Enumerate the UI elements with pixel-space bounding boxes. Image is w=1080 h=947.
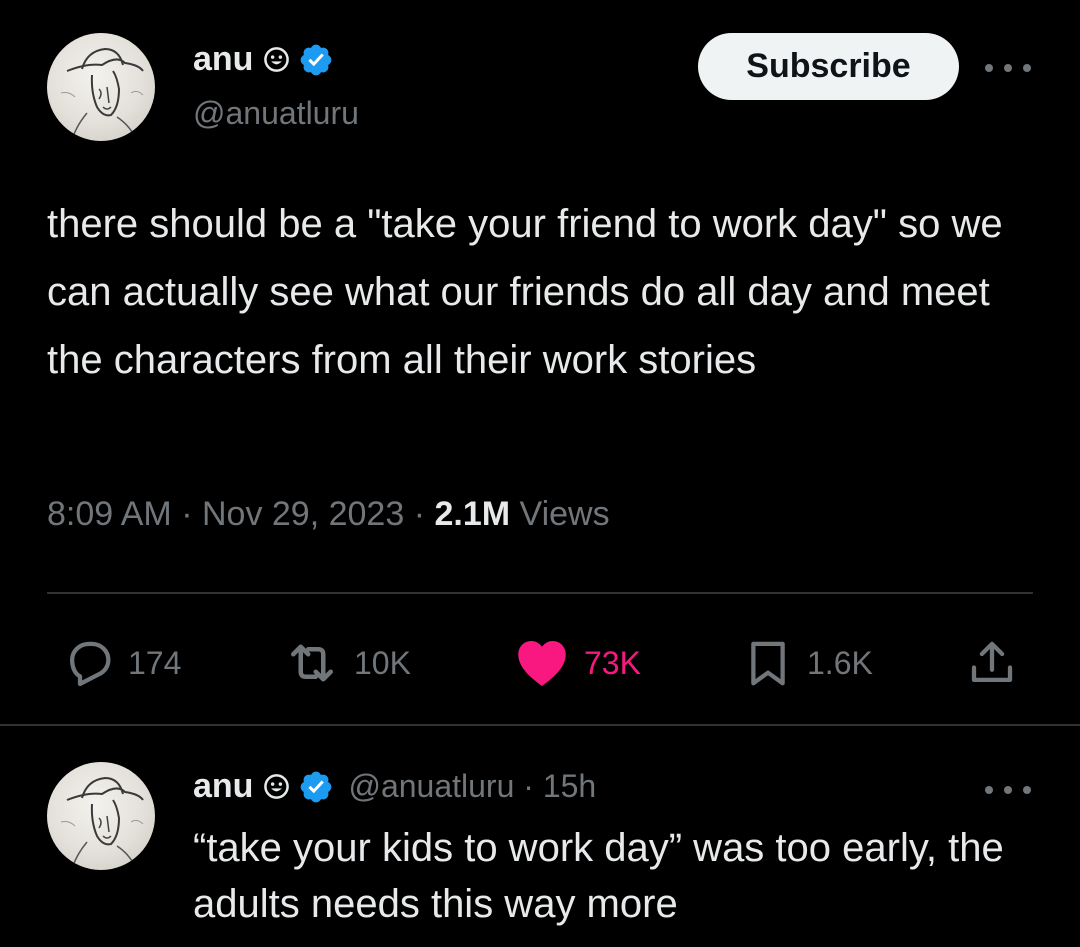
divider [0, 724, 1080, 726]
reply-author-display-name[interactable]: anu [193, 767, 253, 806]
more-dots-icon[interactable] [985, 58, 1031, 78]
reply-button[interactable]: 174 [62, 628, 181, 698]
tweet-meta: 8:09 AM · Nov 29, 2023 · 2.1M Views [47, 495, 610, 534]
like-count: 73K [584, 644, 641, 681]
views-label: Views [519, 495, 610, 533]
views-count: 2.1M [434, 495, 511, 533]
tweet-text: there should be a "take your friend to w… [47, 202, 1003, 382]
retweet-button[interactable]: 10K [282, 628, 411, 698]
verified-badge-icon [298, 42, 334, 78]
action-bar: 174 10K 73K 1.6K [0, 628, 1080, 698]
more-dots-icon[interactable] [985, 780, 1031, 800]
reply-author-avatar[interactable] [47, 762, 155, 870]
like-button[interactable]: 73K [512, 628, 641, 698]
bookmark-count: 1.6K [807, 644, 873, 681]
reply-handle-time[interactable]: @anuatluru · 15h [348, 768, 596, 805]
share-icon [965, 636, 1019, 690]
smiley-face-icon [263, 773, 290, 800]
author-handle[interactable]: @anuatluru [193, 95, 359, 132]
author-avatar[interactable] [47, 33, 155, 141]
reply-text: “take your kids to work day” was too ear… [193, 826, 1004, 926]
retweet-icon [282, 633, 342, 693]
bookmark-icon [741, 636, 795, 690]
tweet-screenshot: anu @anuatluru Subscribe there should be… [0, 0, 1080, 947]
tweet-time[interactable]: 8:09 AM [47, 495, 172, 533]
author-name-row: anu [193, 40, 334, 79]
cowboy-sketch-avatar-icon [60, 776, 144, 867]
author-display-name[interactable]: anu [193, 40, 253, 79]
retweet-count: 10K [354, 644, 411, 681]
bookmark-button[interactable]: 1.6K [741, 628, 873, 698]
share-button[interactable] [965, 628, 1019, 698]
subscribe-button[interactable]: Subscribe [698, 33, 959, 100]
divider [47, 592, 1033, 594]
tweet-date[interactable]: Nov 29, 2023 [202, 495, 404, 533]
meta-separator: · [413, 495, 426, 533]
reply-author-name-row: anu @anuatluru · 15h [193, 767, 596, 806]
heart-icon [512, 633, 572, 693]
cowboy-sketch-avatar-icon [60, 47, 144, 138]
meta-separator: · [181, 495, 193, 533]
reply-count: 174 [128, 644, 182, 681]
verified-badge-icon [298, 769, 334, 805]
smiley-face-icon [263, 46, 290, 73]
reply-icon [62, 636, 116, 690]
